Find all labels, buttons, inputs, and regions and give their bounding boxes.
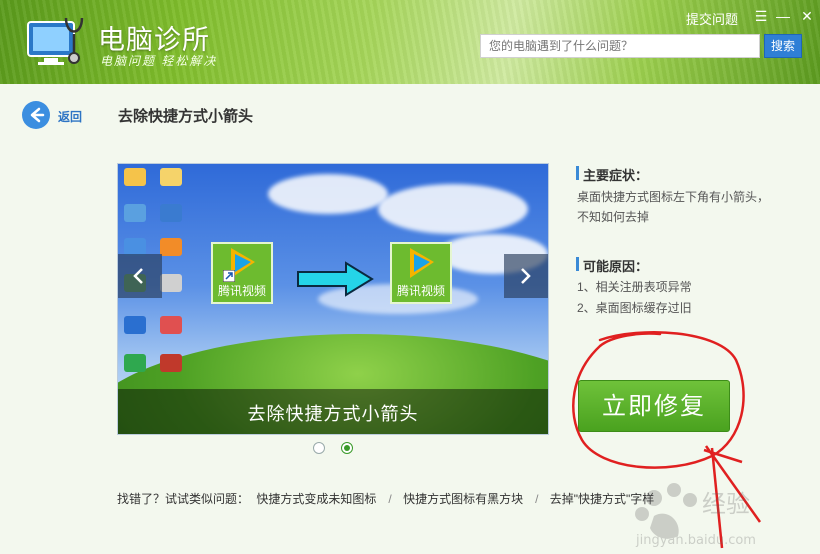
search-button[interactable]: 搜索 [764,34,802,58]
tencent-video-icon [231,248,255,278]
arrow-left-icon [30,107,45,123]
related-link-1[interactable]: 快捷方式变成未知图标 [256,492,376,506]
causes-title: 可能原因： [583,259,649,274]
before-app-icon: 腾讯视频 [211,242,273,304]
symptoms-marker [576,166,579,180]
tencent-video-icon [410,248,434,278]
causes-marker [576,257,579,271]
after-icon-label: 腾讯视频 [396,284,445,298]
report-issue-link[interactable]: 提交问题 [686,9,738,28]
shortcut-arrow-icon [223,270,235,282]
related-prompt: 找错了？试试类似问题： [117,492,250,506]
app-slogan: 电脑问题 轻松解决 [100,54,218,68]
after-app-icon: 腾讯视频 [390,242,452,304]
back-button[interactable] [22,101,50,129]
fix-now-button[interactable]: 立即修复 [578,380,730,432]
slide-dot-1[interactable] [313,442,325,454]
watermark-logo: 经验 jingyan.baidu.com [635,483,756,548]
symptoms-title: 主要症状： [583,168,649,183]
symptoms-line-2: 不知如何去掉 [577,210,650,224]
causes-line-1: 1、相关注册表项异常 [577,280,692,294]
preview-image: 腾讯视频 腾讯视频 去除快捷方式小箭头 [117,163,549,435]
transform-arrow-icon [297,261,374,297]
related-issues: 找错了？试试类似问题： 快捷方式变成未知图标 / 快捷方式图标有黑方块 / 去掉"快… [117,492,655,506]
search-input[interactable] [480,34,760,58]
preview-caption: 去除快捷方式小箭头 [247,404,419,424]
related-link-2[interactable]: 快捷方式图标有黑方块 [403,492,523,506]
app-logo-icon [27,17,84,65]
symptoms-line-1: 桌面快捷方式图标左下角有小箭头， [577,190,770,204]
chevron-right-icon [521,268,531,284]
chevron-left-icon [133,268,143,284]
svg-text:经验: 经验 [702,490,750,518]
back-label[interactable]: 返回 [58,108,82,125]
prev-slide-button[interactable] [118,254,162,298]
slide-dot-2[interactable] [341,442,353,454]
menu-icon[interactable]: ☰ [752,7,770,25]
page-title: 去除快捷方式小箭头 [118,108,254,125]
next-slide-button[interactable] [504,254,548,298]
svg-text:jingyan.baidu.com: jingyan.baidu.com [635,533,756,548]
minimize-icon[interactable]: — [774,7,792,25]
close-icon[interactable]: ✕ [798,7,816,25]
before-icon-label: 腾讯视频 [217,284,266,298]
causes-line-2: 2、桌面图标缓存过旧 [577,301,692,315]
